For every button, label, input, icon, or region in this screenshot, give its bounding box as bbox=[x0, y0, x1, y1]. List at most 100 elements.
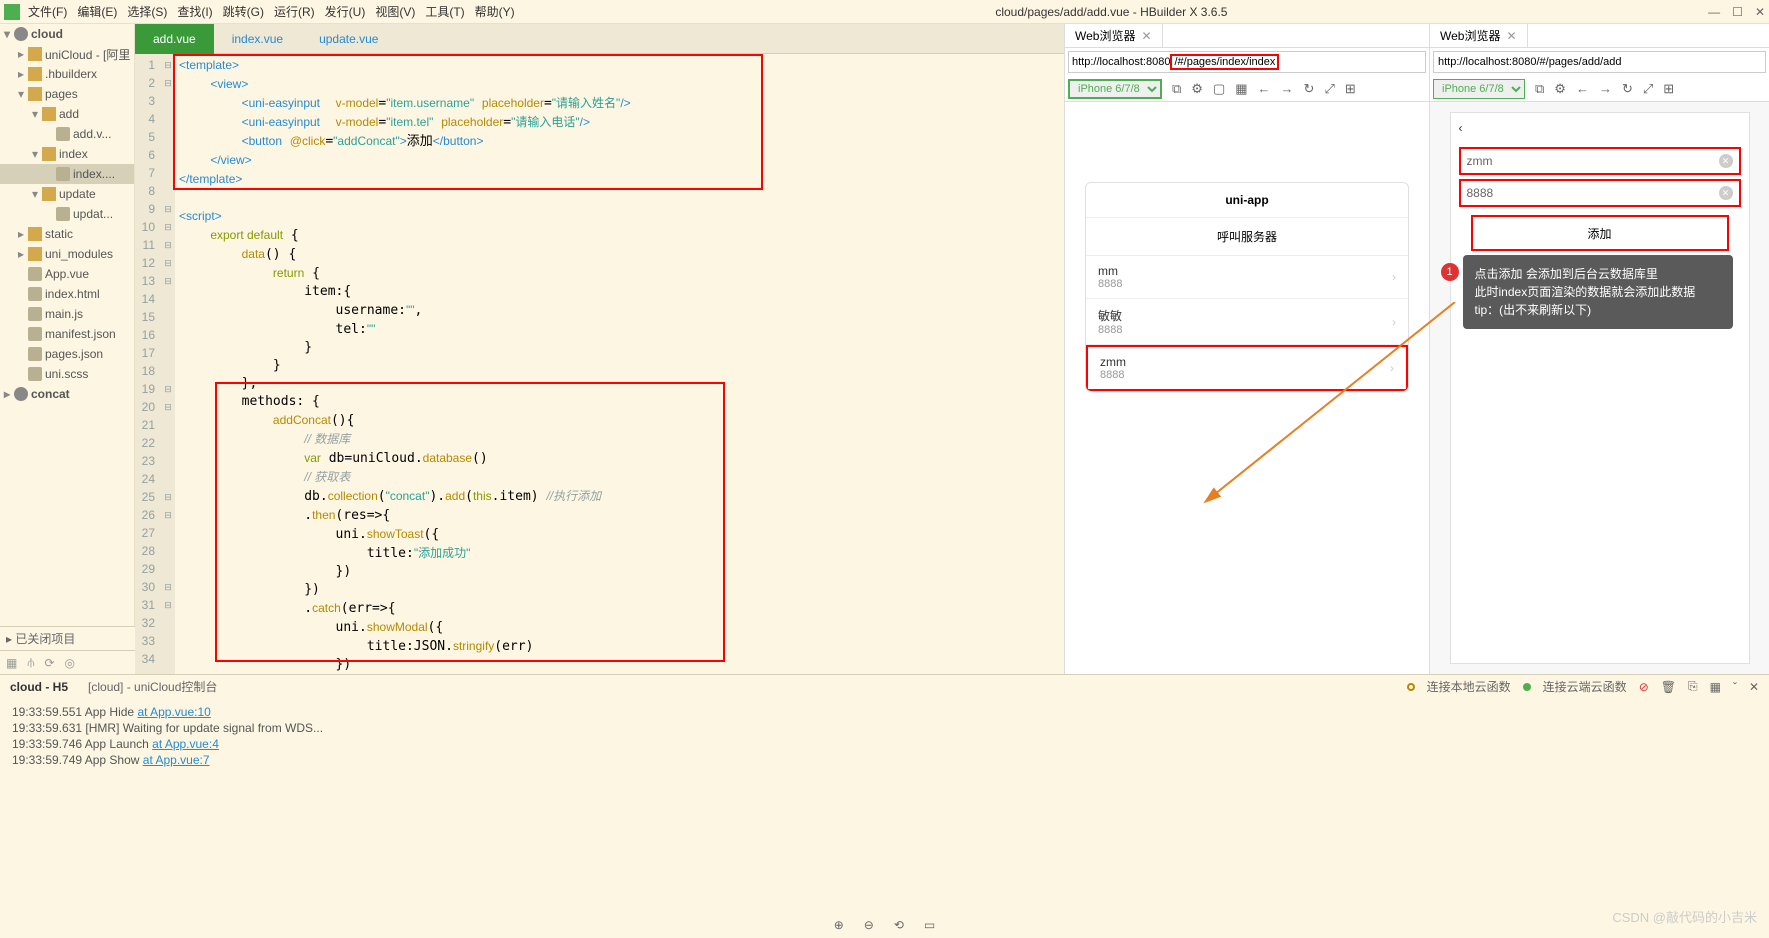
code-content[interactable]: <template> <view> <uni-easyinput v-model… bbox=[175, 54, 1064, 674]
collapse-icon[interactable]: ˇ bbox=[1733, 680, 1737, 694]
tree-root-concat[interactable]: ▸concat bbox=[0, 384, 134, 404]
stop-icon[interactable]: ⊘ bbox=[1639, 680, 1649, 694]
clear-icon[interactable]: ✕ bbox=[1719, 186, 1733, 200]
tree-item[interactable]: App.vue bbox=[0, 264, 134, 284]
close-icon[interactable]: ✕ bbox=[1749, 680, 1759, 694]
tree-item[interactable]: ▸.hbuilderx bbox=[0, 64, 134, 84]
zoom-reset-icon[interactable]: ⟲ bbox=[894, 918, 904, 932]
device-select[interactable]: iPhone 6/7/8 bbox=[1433, 79, 1525, 99]
back-button[interactable]: ‹ bbox=[1451, 113, 1749, 143]
console-link[interactable]: at App.vue:10 bbox=[137, 705, 210, 719]
tree-item[interactable]: uni.scss bbox=[0, 364, 134, 384]
tree-item[interactable]: ▸uni_modules bbox=[0, 244, 134, 264]
preview-tab[interactable]: Web浏览器 ✕ bbox=[1065, 24, 1163, 47]
console-link[interactable]: at App.vue:7 bbox=[143, 753, 210, 767]
zoom-out-icon[interactable]: ⊖ bbox=[864, 918, 874, 932]
tree-item[interactable]: ▾update bbox=[0, 184, 134, 204]
menu-find[interactable]: 查找(I) bbox=[177, 3, 212, 20]
tree-item[interactable]: ▾index bbox=[0, 144, 134, 164]
menu-file[interactable]: 文件(F) bbox=[28, 3, 67, 20]
tab-add-vue[interactable]: add.vue bbox=[135, 24, 214, 54]
preview2-tab[interactable]: Web浏览器 ✕ bbox=[1430, 24, 1528, 47]
tree-item[interactable]: updat... bbox=[0, 204, 134, 224]
console-status: 连接本地云函数 连接云端云函数 ⊘ 🗑 ⎘ ▦ ˇ ✕ bbox=[1407, 678, 1759, 695]
new-window-icon[interactable]: ⧉ bbox=[1172, 81, 1181, 97]
tree-item[interactable]: ▸static bbox=[0, 224, 134, 244]
closed-projects-label: 已关闭项目 bbox=[15, 630, 75, 647]
editor-area: add.vue index.vue update.vue 12345678910… bbox=[135, 24, 1064, 674]
console-tab-h5[interactable]: cloud - H5 bbox=[10, 680, 68, 694]
tree-item[interactable]: index.... bbox=[0, 164, 134, 184]
menu-help[interactable]: 帮助(Y) bbox=[475, 3, 515, 20]
tree-item[interactable]: manifest.json bbox=[0, 324, 134, 344]
phone-icon[interactable]: ▢ bbox=[1213, 81, 1225, 97]
fit-icon[interactable]: ▭ bbox=[924, 918, 935, 932]
list-item[interactable]: zmm8888› bbox=[1086, 345, 1408, 391]
tab-update-vue[interactable]: update.vue bbox=[301, 24, 396, 54]
item-name: mm bbox=[1098, 264, 1122, 278]
back-icon[interactable]: ← bbox=[1258, 81, 1271, 96]
list-item[interactable]: mm8888› bbox=[1086, 256, 1408, 299]
refresh-icon[interactable]: ↻ bbox=[1622, 81, 1633, 97]
lock-icon[interactable]: ⤢ bbox=[1643, 81, 1653, 97]
tree-item-label: add.v... bbox=[73, 127, 111, 141]
console-tab-unicloud[interactable]: [cloud] - uniCloud控制台 bbox=[88, 678, 217, 695]
username-input[interactable]: zmm ✕ bbox=[1459, 147, 1741, 175]
panel-icon[interactable]: ▦ bbox=[1710, 680, 1721, 694]
filter-icon[interactable]: ◎ bbox=[65, 656, 75, 670]
menu-view[interactable]: 视图(V) bbox=[375, 3, 415, 20]
menu-select[interactable]: 选择(S) bbox=[127, 3, 167, 20]
maximize-icon[interactable]: ☐ bbox=[1732, 5, 1743, 19]
tree-item[interactable]: pages.json bbox=[0, 344, 134, 364]
tab-index-vue[interactable]: index.vue bbox=[214, 24, 301, 54]
preview2-content: ‹ zmm ✕ 8888 ✕ 添加 1 点击添加 会添加到后台云数据库里此时in… bbox=[1430, 102, 1769, 674]
tree-item[interactable]: add.v... bbox=[0, 124, 134, 144]
console-link[interactable]: at App.vue:4 bbox=[152, 737, 219, 751]
menu-run[interactable]: 运行(R) bbox=[274, 3, 315, 20]
minimize-icon[interactable]: — bbox=[1708, 5, 1720, 19]
map-icon[interactable]: ▦ bbox=[1235, 81, 1247, 97]
grid-icon[interactable]: ⊞ bbox=[1345, 81, 1356, 97]
menu-tools[interactable]: 工具(T) bbox=[425, 3, 464, 20]
gear-icon[interactable]: ⚙ bbox=[1191, 81, 1203, 97]
tree-item[interactable]: ▸uniCloud - [阿里 bbox=[0, 44, 134, 64]
tel-input[interactable]: 8888 ✕ bbox=[1459, 179, 1741, 207]
url-left[interactable]: http://localhost:8080 bbox=[1072, 56, 1170, 68]
device-select[interactable]: iPhone 6/7/8 bbox=[1068, 79, 1162, 99]
lock-icon[interactable]: ⤢ bbox=[1324, 81, 1334, 97]
copy-icon[interactable]: ⎘ bbox=[1688, 679, 1698, 694]
menu-publish[interactable]: 发行(U) bbox=[325, 3, 366, 20]
console-output[interactable]: 19:33:59.551 App Hide at App.vue:1019:33… bbox=[0, 698, 1769, 782]
preview2-url-input[interactable] bbox=[1433, 51, 1766, 73]
zoom-in-icon[interactable]: ⊕ bbox=[834, 918, 844, 932]
forward-icon[interactable]: → bbox=[1599, 81, 1612, 96]
gear-icon[interactable]: ⚙ bbox=[1554, 81, 1566, 97]
tree-root-cloud[interactable]: ▾cloud bbox=[0, 24, 134, 44]
url-highlighted[interactable]: /#/pages/index/index bbox=[1170, 54, 1279, 70]
tree-item[interactable]: main.js bbox=[0, 304, 134, 324]
list-item[interactable]: 敏敏8888› bbox=[1086, 299, 1408, 345]
forward-icon[interactable]: → bbox=[1281, 81, 1294, 96]
tree-item[interactable]: ▾pages bbox=[0, 84, 134, 104]
trash-icon[interactable]: 🗑 bbox=[1661, 680, 1676, 694]
menu-goto[interactable]: 跳转(G) bbox=[223, 3, 264, 20]
folder-icon[interactable]: ▦ bbox=[6, 656, 17, 670]
add-button[interactable]: 添加 bbox=[1471, 215, 1729, 251]
code-editor[interactable]: 1234567891011121314151617181920212223242… bbox=[135, 54, 1064, 674]
refresh-icon[interactable]: ↻ bbox=[1304, 81, 1315, 97]
clear-icon[interactable]: ✕ bbox=[1719, 154, 1733, 168]
tree-item[interactable]: index.html bbox=[0, 284, 134, 304]
close-icon[interactable]: ✕ bbox=[1506, 29, 1516, 43]
new-window-icon[interactable]: ⧉ bbox=[1535, 81, 1544, 97]
line-gutter: 1234567891011121314151617181920212223242… bbox=[135, 54, 161, 674]
back-icon[interactable]: ← bbox=[1576, 81, 1589, 96]
close-icon[interactable]: ✕ bbox=[1141, 29, 1151, 43]
web-preview-index: Web浏览器 ✕ http://localhost:8080/#/pages/i… bbox=[1064, 24, 1429, 674]
collapse-icon[interactable]: ⫛ bbox=[27, 655, 34, 670]
sync-icon[interactable]: ⟳ bbox=[44, 656, 54, 670]
close-icon[interactable]: ✕ bbox=[1755, 5, 1765, 19]
tree-item[interactable]: ▾add bbox=[0, 104, 134, 124]
menu-edit[interactable]: 编辑(E) bbox=[77, 3, 117, 20]
closed-projects[interactable]: ▸ 已关闭项目 bbox=[0, 626, 135, 650]
grid-icon[interactable]: ⊞ bbox=[1663, 81, 1674, 97]
